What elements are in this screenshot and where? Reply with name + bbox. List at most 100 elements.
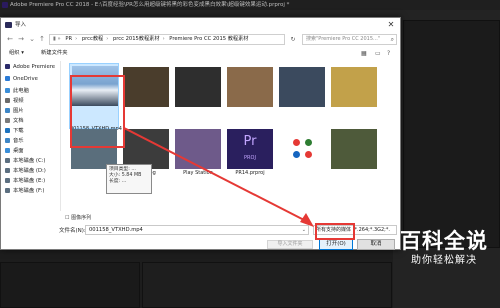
highlight-box-open xyxy=(315,223,355,240)
preview-pane-icon[interactable]: ▭ xyxy=(375,49,381,59)
address-bar[interactable]: ▮ » PR › prcc教程 › prcc 2015教程素材 › Premiere … xyxy=(49,34,285,45)
sidebar-item[interactable]: 下载 xyxy=(5,127,24,136)
video-thumbnail xyxy=(331,67,377,107)
sidebar-navigation: Adobe Premiere OneDrive 此电脑视频图片文档下载 音乐桌面本地磁… xyxy=(1,61,61,211)
refresh-icon[interactable]: ↻ xyxy=(288,34,298,45)
watermark-logo: 百科全说 助你轻松解决 xyxy=(394,228,494,282)
sidebar-item-label: OneDrive xyxy=(13,76,38,82)
program-monitor-panel xyxy=(403,20,500,248)
search-input[interactable]: 搜索"Premiere Pro CC 2015..." ⌕ xyxy=(302,34,397,45)
video-thumbnail xyxy=(279,67,325,107)
color-dot xyxy=(305,151,312,158)
sidebar-item-label: 文档 xyxy=(13,118,24,124)
drive-icon xyxy=(5,168,10,173)
checkbox-icon[interactable]: ☐ xyxy=(65,215,69,221)
sidebar-item-label: 本地磁盘 (F:) xyxy=(13,188,45,194)
image-sequence-option[interactable]: ☐ 图像序列 xyxy=(65,214,91,221)
filename-field[interactable]: 001158_VTXHD.mp4 ⌄ xyxy=(85,225,309,235)
chevron-down-icon[interactable]: ⌄ xyxy=(302,226,306,234)
watermark-subtitle: 助你轻松解决 xyxy=(411,255,477,266)
premiere-project-icon: Pr PROJ xyxy=(227,129,273,169)
sidebar-item[interactable]: Adobe Premiere xyxy=(5,63,55,72)
file-item[interactable] xyxy=(277,127,327,177)
drive-icon xyxy=(5,158,10,163)
up-arrow-icon[interactable]: ↑ xyxy=(37,34,47,44)
highlight-box-file xyxy=(70,75,125,148)
sidebar-item-label: 本地磁盘 (E:) xyxy=(13,178,46,184)
project-bin-area xyxy=(0,262,140,308)
filename-label: 文件名(N): xyxy=(59,228,86,234)
rgb-dots-thumbnail xyxy=(279,129,325,169)
sidebar-item[interactable]: 图片 xyxy=(5,107,24,116)
forward-arrow-icon[interactable]: → xyxy=(16,34,26,44)
file-item[interactable] xyxy=(329,65,379,115)
file-item[interactable] xyxy=(225,65,275,115)
project-icon-subtext: PROJ xyxy=(244,155,256,161)
cancel-button[interactable]: 取消 xyxy=(357,239,395,250)
computer-icon xyxy=(5,88,10,93)
sidebar-item[interactable]: 文档 xyxy=(5,117,24,126)
sidebar-item[interactable]: 本地磁盘 (F:) xyxy=(5,187,44,196)
picture-icon xyxy=(5,108,10,113)
navigation-bar: ← → ⌄ ↑ ▮ » PR › prcc教程 › prcc 2015教程素材 › P… xyxy=(1,32,400,46)
file-item[interactable]: Play Station xyxy=(173,127,223,177)
download-icon xyxy=(5,128,10,133)
color-dot xyxy=(293,139,300,146)
app-title: Adobe Premiere Pro CC 2018 - E:\百度经验\PR怎… xyxy=(10,2,290,8)
premiere-icon xyxy=(5,22,12,28)
sidebar-item[interactable]: 本地磁盘 (D:) xyxy=(5,167,46,176)
search-icon: ⌕ xyxy=(390,36,394,43)
video-thumbnail xyxy=(175,67,221,107)
file-item[interactable] xyxy=(173,65,223,115)
video-thumbnail xyxy=(331,129,377,169)
file-item[interactable] xyxy=(277,65,327,115)
sidebar-item[interactable]: 音乐 xyxy=(5,137,24,146)
import-folder-button[interactable]: 导入文件夹 xyxy=(267,240,313,249)
new-folder-button[interactable]: 新建文件夹 xyxy=(41,48,68,58)
file-item[interactable]: Pr PROJ PR14.prproj xyxy=(225,127,275,177)
sidebar-item[interactable]: OneDrive xyxy=(5,75,38,84)
file-item[interactable] xyxy=(329,127,379,177)
import-dialog: 导入 ✕ ← → ⌄ ↑ ▮ » PR › prcc教程 › prcc 2015教程… xyxy=(0,17,401,250)
file-name: Play Station xyxy=(183,170,213,176)
sidebar-item-label: Adobe Premiere xyxy=(13,64,56,70)
search-placeholder: 搜索"Premiere Pro CC 2015..." xyxy=(306,36,381,42)
breadcrumb-item[interactable]: PR xyxy=(65,36,72,42)
premiere-app-icon xyxy=(2,2,8,8)
view-options-icon[interactable]: ▦ xyxy=(361,49,367,59)
chevron-down-icon[interactable]: ⌄ xyxy=(27,34,37,44)
sidebar-item[interactable]: 本地磁盘 (E:) xyxy=(5,177,45,186)
organize-menu[interactable]: 组织 ▾ xyxy=(9,48,24,58)
breadcrumb-item[interactable]: prcc教程 xyxy=(82,36,103,42)
help-icon[interactable]: ? xyxy=(387,49,390,59)
back-arrow-icon[interactable]: ← xyxy=(5,34,15,44)
sidebar-item-label: 此电脑 xyxy=(13,88,29,94)
sidebar-item-label: 图片 xyxy=(13,108,24,114)
sidebar-item[interactable]: 桌面 xyxy=(5,147,24,156)
sidebar-item-label: 视频 xyxy=(13,98,24,104)
breadcrumb-item[interactable]: prcc 2015教程素材 xyxy=(113,36,160,42)
timeline-area xyxy=(142,262,392,308)
breadcrumb-item[interactable]: Premiere Pro CC 2015 教程素材 xyxy=(169,36,248,42)
video-thumbnail xyxy=(123,67,169,107)
close-icon[interactable]: ✕ xyxy=(386,20,396,30)
cloud-icon xyxy=(5,76,10,81)
document-icon xyxy=(5,118,10,123)
file-item[interactable] xyxy=(121,65,171,115)
button-row: 导入文件夹 打开(O) 取消 xyxy=(1,239,400,251)
premiere-icon xyxy=(5,64,10,69)
sidebar-item[interactable]: 本地磁盘 (C:) xyxy=(5,157,46,166)
sidebar-item[interactable]: 此电脑 xyxy=(5,87,29,96)
folder-icon: ▮ » xyxy=(53,36,61,42)
sidebar-item[interactable]: 视频 xyxy=(5,97,24,106)
music-icon xyxy=(5,138,10,143)
dialog-toolbar: 组织 ▾ 新建文件夹 ▦ ▭ ? xyxy=(1,48,400,58)
sidebar-item-label: 桌面 xyxy=(13,148,24,154)
open-button[interactable]: 打开(O) xyxy=(319,239,353,250)
desktop-icon xyxy=(5,148,10,153)
video-icon xyxy=(5,98,10,103)
file-tooltip: 项目类型: ... 大小: 5.84 MB 长度: ... xyxy=(106,164,152,194)
sidebar-item-label: 本地磁盘 (D:) xyxy=(13,168,46,174)
watermark-title: 百科全说 xyxy=(400,229,488,253)
color-dot xyxy=(305,139,312,146)
